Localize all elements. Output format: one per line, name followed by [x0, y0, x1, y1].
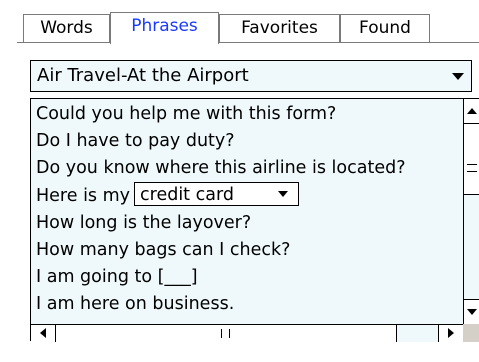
arrow-left-icon — [40, 328, 46, 338]
tab-found[interactable]: Found — [340, 14, 430, 42]
horizontal-scrollbar[interactable] — [31, 324, 463, 342]
list-item-label: Here is my — [36, 186, 131, 206]
list-item[interactable]: Could you help me with this form? — [36, 101, 336, 128]
list-item[interactable]: How long is the layover? — [36, 210, 251, 237]
list-item[interactable]: I am going to [___] — [36, 264, 198, 291]
tab-words[interactable]: Words — [23, 14, 110, 42]
list-item[interactable]: Do you know where this airline is locate… — [36, 155, 405, 182]
scroll-left-button[interactable] — [31, 325, 56, 342]
chevron-down-icon — [278, 191, 289, 197]
arrow-right-icon — [448, 328, 454, 338]
phrase-list[interactable]: Could you help me with this form? Do I h… — [30, 98, 479, 341]
list-item[interactable]: Do I have to pay duty? — [36, 128, 235, 155]
tab-favorites[interactable]: Favorites — [219, 14, 340, 42]
phrase-option-dropdown[interactable]: credit card — [134, 182, 300, 206]
list-item-with-select[interactable]: Here is my credit card — [36, 182, 300, 210]
category-dropdown[interactable]: Air Travel-At the Airport — [30, 60, 472, 92]
vertical-scroll-thumb[interactable] — [464, 124, 479, 195]
arrow-down-icon — [467, 309, 477, 315]
list-item[interactable]: I am here on business. — [36, 291, 234, 318]
chevron-down-icon — [452, 73, 464, 80]
scroll-right-button[interactable] — [438, 325, 463, 342]
grip-icon — [467, 164, 477, 172]
list-item[interactable]: How many bags can I check? — [36, 237, 290, 264]
horizontal-scroll-thumb[interactable] — [56, 325, 397, 342]
tab-phrases[interactable]: Phrases — [110, 12, 219, 44]
vertical-scrollbar[interactable] — [463, 99, 479, 324]
arrow-up-icon — [467, 108, 477, 114]
category-selected-value: Air Travel-At the Airport — [37, 65, 249, 86]
grip-icon — [221, 329, 230, 338]
phrase-option-value: credit card — [140, 185, 234, 205]
scroll-up-button[interactable] — [464, 99, 479, 124]
scrollbar-corner — [463, 324, 479, 342]
scroll-down-button[interactable] — [464, 299, 479, 324]
